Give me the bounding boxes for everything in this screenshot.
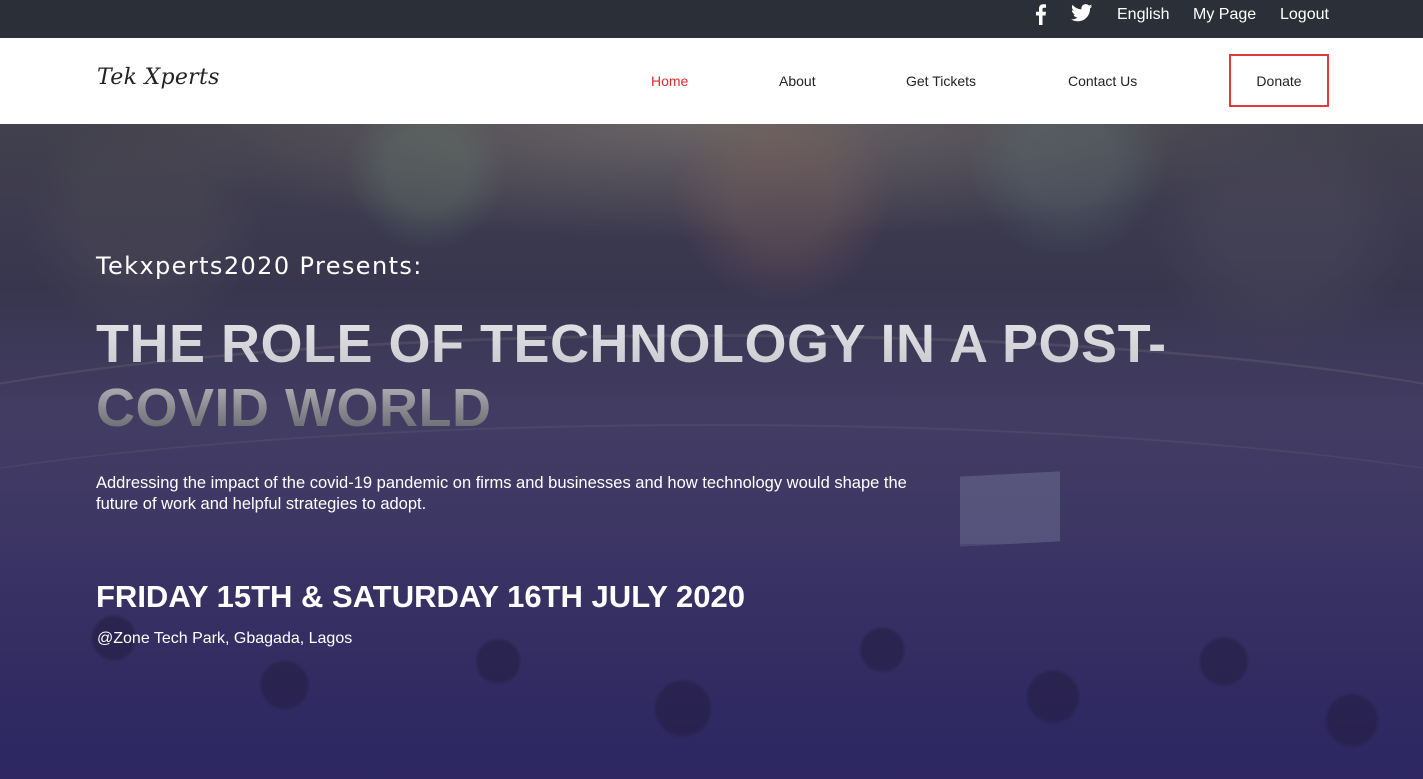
hero-section: Tekxperts2020 Presents: THE ROLE OF TECH…: [0, 124, 1423, 779]
facebook-icon[interactable]: [1032, 3, 1048, 25]
main-navbar: Tek Xperts Home About Get Tickets Contac…: [0, 38, 1423, 124]
logout-link[interactable]: Logout: [1280, 6, 1329, 24]
site-logo[interactable]: Tek Xperts: [97, 65, 220, 90]
donate-button[interactable]: Donate: [1229, 54, 1329, 107]
twitter-icon[interactable]: [1071, 4, 1093, 22]
nav-item-home[interactable]: Home: [651, 73, 688, 89]
hero-overlay: [0, 124, 1423, 779]
nav-item-get-tickets[interactable]: Get Tickets: [906, 73, 976, 89]
hero-presents: Tekxperts2020 Presents:: [96, 252, 423, 280]
top-utility-bar: English My Page Logout: [0, 0, 1423, 38]
my-page-link[interactable]: My Page: [1193, 6, 1256, 24]
language-selector[interactable]: English: [1117, 6, 1169, 24]
hero-description: Addressing the impact of the covid-19 pa…: [96, 474, 907, 513]
nav-item-contact-us[interactable]: Contact Us: [1068, 73, 1137, 89]
event-dates: FRIDAY 15TH & SATURDAY 16TH JULY 2020: [96, 579, 745, 614]
hero-headline: THE ROLE OF TECHNOLOGY IN A POST-COVID W…: [96, 312, 1226, 440]
nav-item-about[interactable]: About: [779, 73, 816, 89]
donate-button-label: Donate: [1256, 72, 1302, 89]
event-venue: @Zone Tech Park, Gbagada, Lagos: [97, 630, 353, 647]
